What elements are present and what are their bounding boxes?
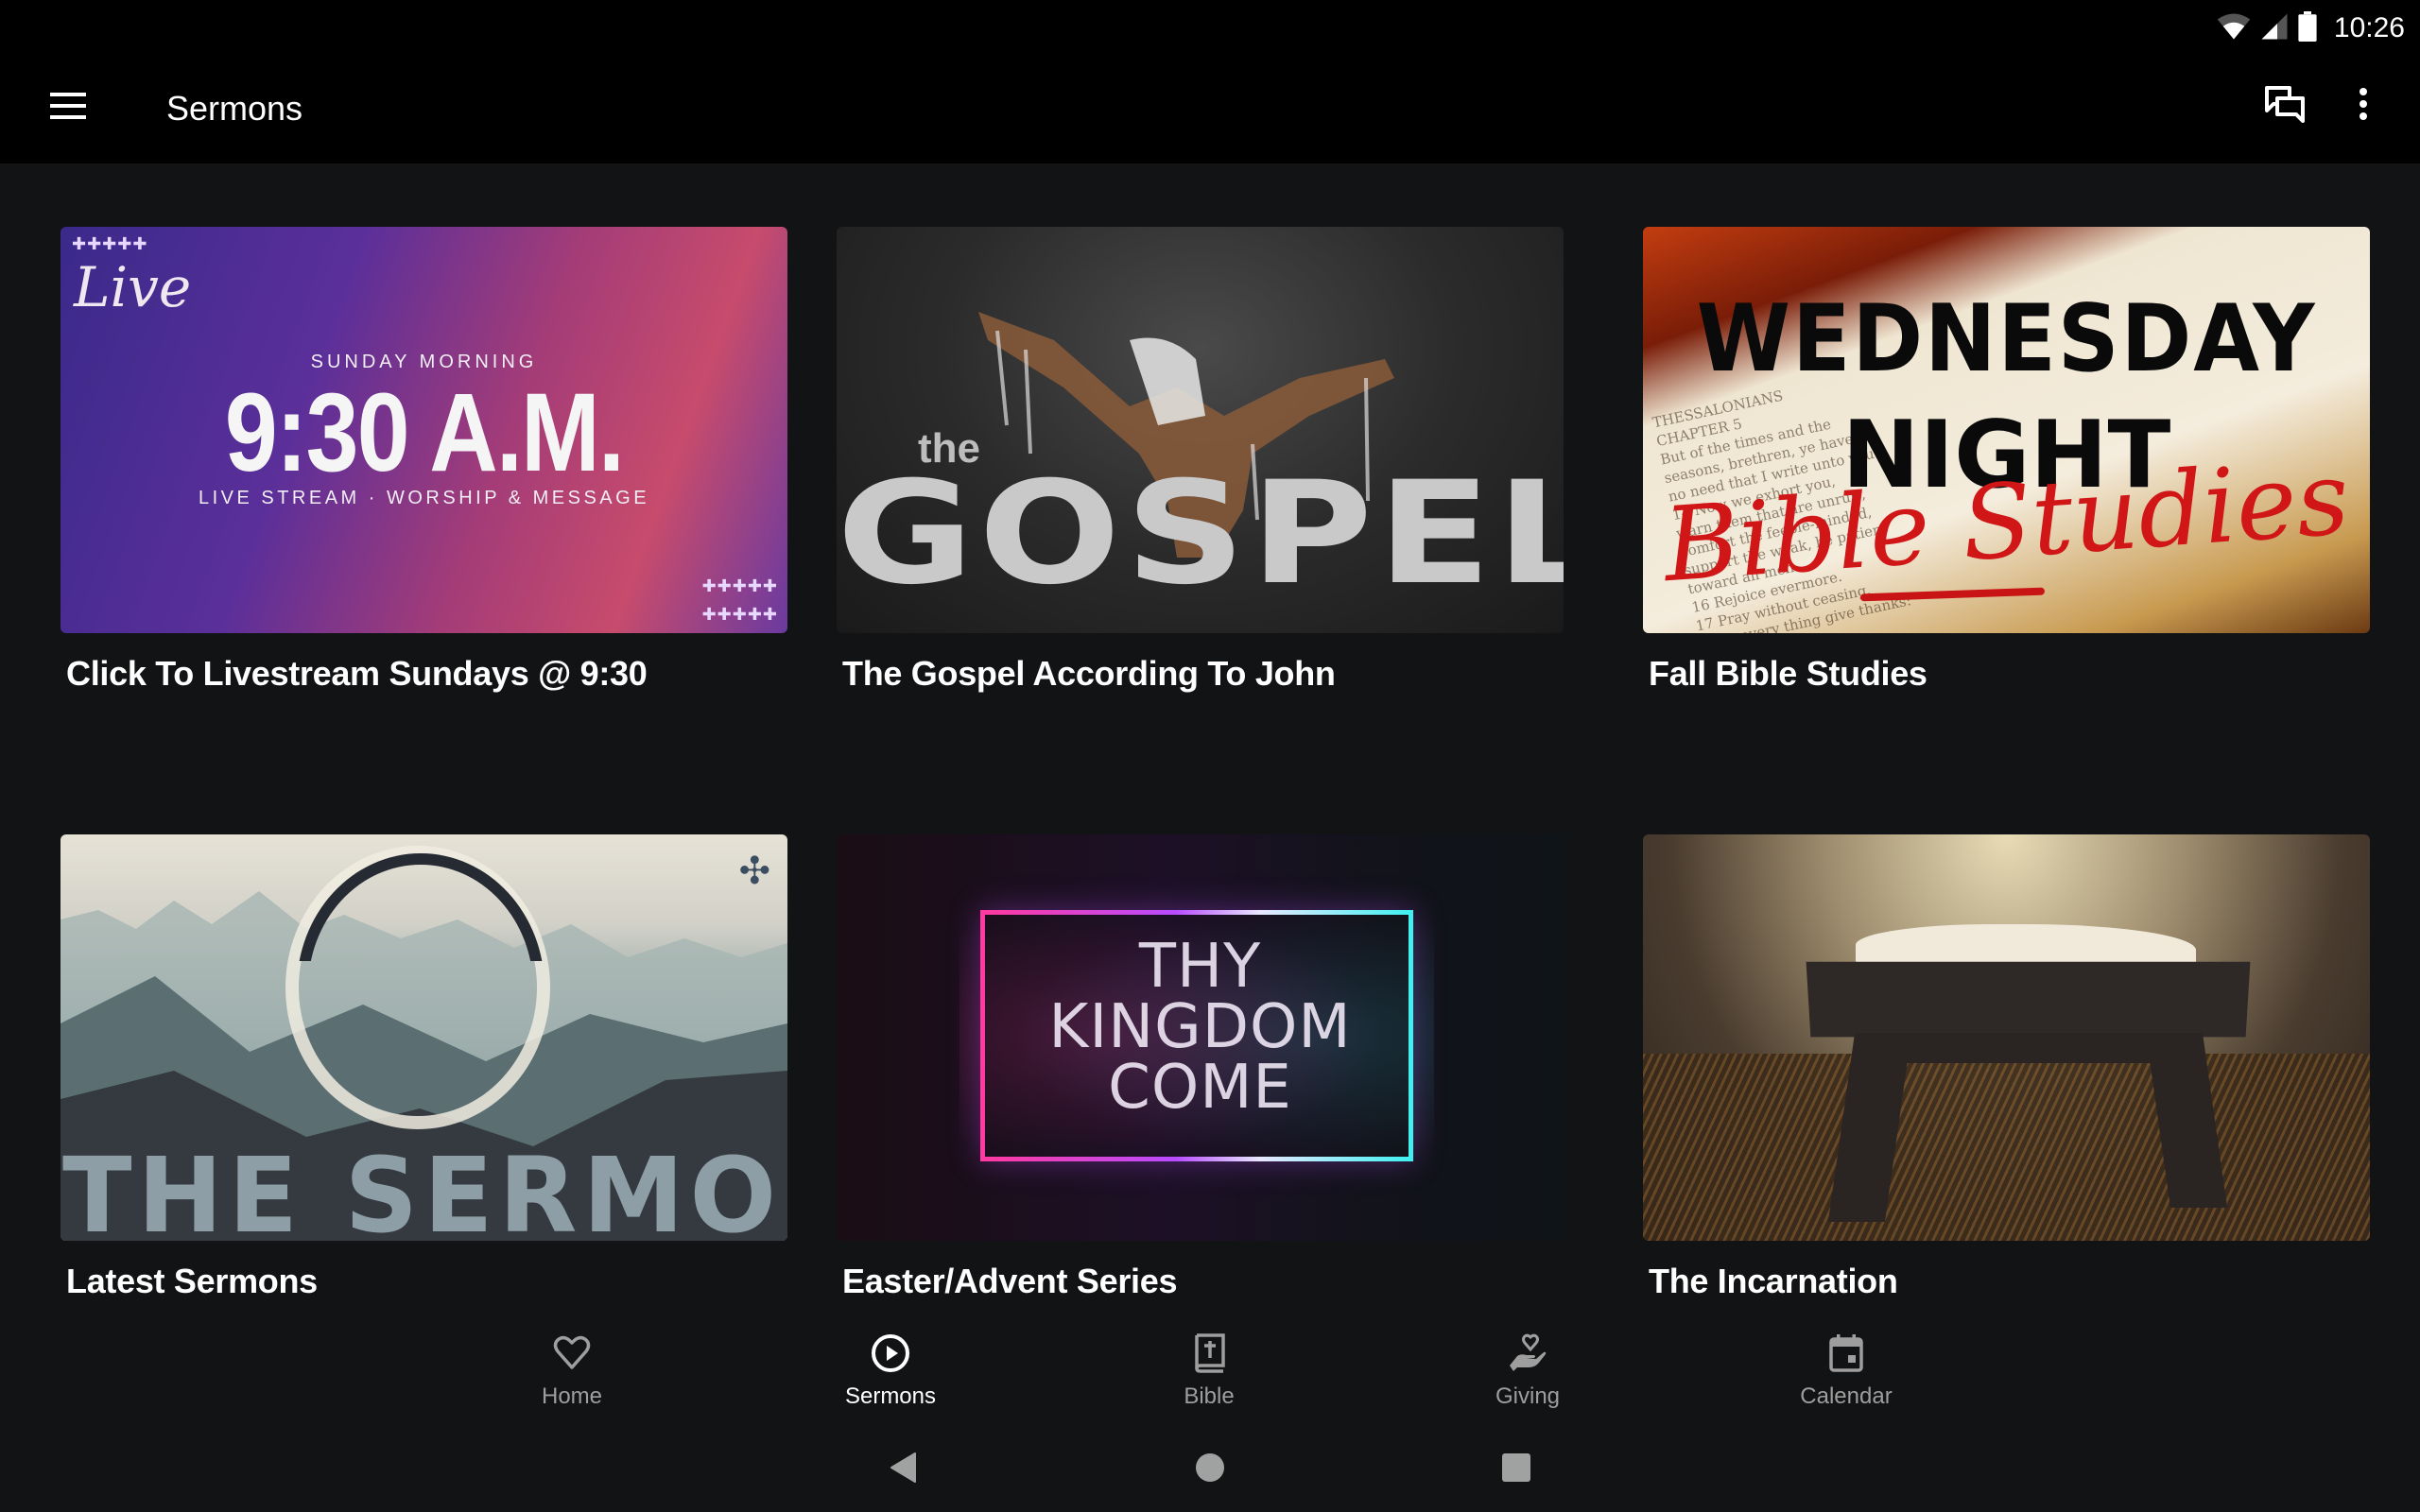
- nav-giving[interactable]: Giving: [1424, 1314, 1632, 1418]
- calendar-icon: [1824, 1331, 1869, 1376]
- series-title: Easter/Advent Series: [842, 1262, 1178, 1300]
- thumbnail-headline: THE SERMON: [62, 1135, 787, 1241]
- church-logo-icon: ✣: [738, 850, 770, 892]
- thumbnail-text: THY KINGDOM COME: [837, 936, 1564, 1118]
- series-thumbnail: THESSALONIANS CHAPTER 5 But of the times…: [1643, 227, 2370, 633]
- nav-label: Home: [541, 1383, 603, 1409]
- back-icon: [889, 1452, 917, 1488]
- more-options-button[interactable]: [2333, 76, 2394, 136]
- manger-crossbar: [1860, 1033, 2201, 1063]
- page-title: Sermons: [166, 89, 303, 128]
- series-card-latest-sermons[interactable]: ✣ THE SERMON Latest Sermons: [60, 834, 787, 1300]
- heart-outline-icon: [549, 1331, 595, 1376]
- bottom-navigation: Home Sermons Bible Giving Calendar: [0, 1314, 2420, 1418]
- cross-pattern: ✚✚✚✚✚: [701, 576, 778, 595]
- series-card-gospel-john[interactable]: the GOSPEL The Gospel According To John: [837, 227, 1564, 693]
- thumbnail-line3: COME: [1108, 1053, 1292, 1123]
- nav-home[interactable]: Home: [468, 1314, 676, 1418]
- series-thumbnail: THY KINGDOM COME: [837, 834, 1564, 1241]
- chat-button[interactable]: [2255, 76, 2315, 136]
- app-toolbar: Sermons: [0, 57, 2420, 163]
- cellular-signal-icon: [2260, 12, 2289, 45]
- status-bar: 10:26: [0, 0, 2420, 57]
- series-card-incarnation[interactable]: The Incarnation: [1643, 834, 2370, 1300]
- nav-label: Giving: [1495, 1383, 1561, 1409]
- nav-bible[interactable]: Bible: [1105, 1314, 1313, 1418]
- back-button[interactable]: [874, 1441, 931, 1498]
- clock: 10:26: [2333, 12, 2405, 43]
- home-button[interactable]: [1182, 1441, 1238, 1498]
- hamburger-menu-icon: [50, 92, 86, 124]
- recents-icon: [1502, 1452, 1530, 1486]
- thumbnail-headline: GOSPEL: [837, 452, 1564, 616]
- thumbnail-line1: THY: [1138, 932, 1262, 1002]
- thumbnail-line1: WEDNESDAY: [1696, 285, 2317, 393]
- series-thumbnail: ✚✚✚✚✚ Live SUNDAY MORNING 9:30 A.M. LIVE…: [60, 227, 787, 633]
- series-card-livestream[interactable]: ✚✚✚✚✚ Live SUNDAY MORNING 9:30 A.M. LIVE…: [60, 227, 787, 693]
- wifi-icon: [2217, 12, 2251, 45]
- series-title: Latest Sermons: [66, 1262, 318, 1300]
- more-vert-icon: [2358, 87, 2369, 126]
- cross-pattern: ✚✚✚✚✚: [72, 234, 148, 253]
- cross-pattern: ✚✚✚✚✚: [701, 605, 778, 624]
- thumbnail-headline: 9:30 A.M.: [224, 370, 625, 495]
- nav-label: Calendar: [1800, 1383, 1893, 1409]
- menu-button[interactable]: [38, 77, 98, 138]
- system-navigation-bar: [0, 1422, 2420, 1512]
- nav-sermons[interactable]: Sermons: [786, 1314, 994, 1418]
- nav-calendar[interactable]: Calendar: [1742, 1314, 1950, 1418]
- series-title: Fall Bible Studies: [1649, 654, 1927, 693]
- series-title: Click To Livestream Sundays @ 9:30: [66, 654, 648, 693]
- thumbnail-line2: KINGDOM: [1048, 992, 1352, 1062]
- battery-icon: [2298, 10, 2317, 46]
- manger: [1806, 961, 2251, 1038]
- series-card-fall-bible-studies[interactable]: THESSALONIANS CHAPTER 5 But of the times…: [1643, 227, 2370, 693]
- straw-floor: [1643, 1054, 2370, 1241]
- thumbnail-tagline: LIVE STREAM · WORSHIP & MESSAGE: [198, 488, 650, 508]
- recents-button[interactable]: [1488, 1441, 1545, 1498]
- series-thumbnail: the GOSPEL: [837, 227, 1564, 633]
- home-icon: [1195, 1452, 1225, 1487]
- series-title: The Gospel According To John: [842, 654, 1336, 693]
- series-thumbnail: ✣ THE SERMON: [60, 834, 787, 1241]
- series-card-easter-advent[interactable]: THY KINGDOM COME Easter/Advent Series: [837, 834, 1564, 1300]
- series-title: The Incarnation: [1649, 1262, 1898, 1300]
- nav-label: Bible: [1184, 1383, 1235, 1409]
- series-thumbnail: [1643, 834, 2370, 1241]
- giving-hand-heart-icon: [1505, 1331, 1550, 1376]
- chat-bubbles-icon: [2264, 85, 2306, 128]
- bible-icon: [1186, 1331, 1232, 1376]
- play-circle-icon: [868, 1331, 913, 1376]
- nav-label: Sermons: [844, 1383, 937, 1409]
- live-badge: Live: [74, 255, 192, 319]
